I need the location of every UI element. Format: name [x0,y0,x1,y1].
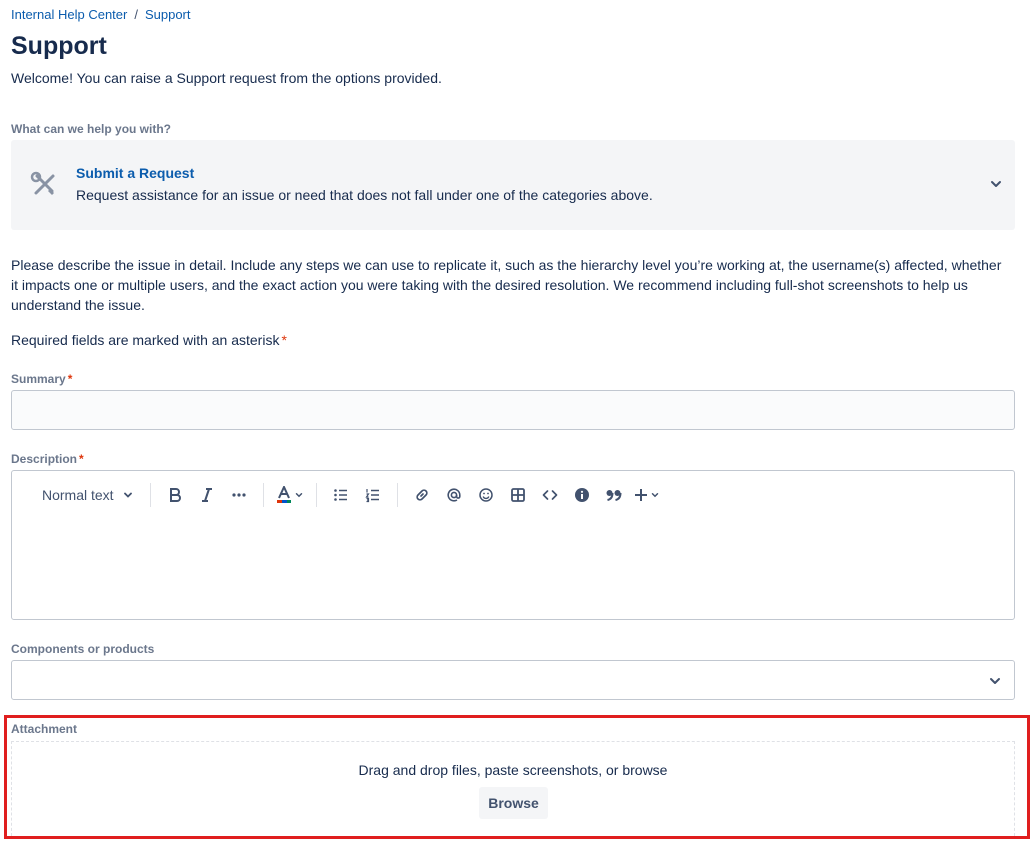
summary-label: Summary * [11,372,72,386]
required-note-text: Required fields are marked with an aster… [11,332,280,348]
code-icon [542,490,557,500]
italic-button[interactable] [195,483,219,507]
attachment-dropzone[interactable]: Drag and drop files, paste screenshots, … [11,741,1015,836]
chevron-down-icon [123,492,132,498]
bold-icon [169,488,181,502]
code-button[interactable] [538,483,562,507]
text-style-dropdown[interactable]: Normal text [38,483,138,507]
components-select[interactable] [11,660,1015,700]
bullet-list-button[interactable] [329,483,353,507]
numbered-list-button[interactable] [361,483,385,507]
welcome-text: Welcome! You can raise a Support request… [11,70,442,86]
description-editor-area[interactable] [12,519,1014,619]
bullet-list-icon [333,489,347,501]
summary-label-text: Summary [11,372,66,386]
attachment-label: Attachment [11,722,78,736]
toolbar-divider [315,483,317,507]
request-type-title: Submit a Request [76,165,195,181]
chevron-down-icon [651,493,658,498]
toolbar-divider [149,483,151,507]
text-color-button[interactable] [276,483,304,507]
mention-icon [447,488,461,502]
link-icon [415,489,428,501]
page-title: Support [11,32,107,60]
description-label-text: Description [11,452,78,466]
text-style-label: Normal text [42,487,114,503]
chevron-down-icon [295,493,302,498]
insert-menu-button[interactable] [634,483,660,507]
request-type-select[interactable]: Submit a Request Request assistance for … [11,140,1015,230]
editor-toolbar: Normal text [12,483,664,507]
toolbar-divider [262,483,264,507]
numbered-list-icon [364,489,379,503]
chevron-down-icon [991,181,1001,187]
breadcrumb-link-help-center[interactable]: Internal Help Center [11,7,127,22]
more-formatting-button[interactable] [227,483,251,507]
summary-required-asterisk: * [67,372,73,386]
instructions-text: Please describe the issue in detail. Inc… [11,257,1002,313]
info-panel-button[interactable] [570,483,594,507]
table-button[interactable] [506,483,530,507]
dropzone-text: Drag and drop files, paste screenshots, … [358,762,668,778]
request-type-label: What can we help you with? [11,122,172,136]
summary-input[interactable] [11,390,1015,430]
breadcrumb: Internal Help Center / Support [11,7,191,22]
description-label: Description * [11,452,84,466]
chevron-down-icon [990,678,1000,684]
toolbar-divider [396,483,398,507]
browse-button[interactable]: Browse [479,787,548,819]
required-asterisk: * [281,332,287,348]
bold-button[interactable] [163,483,187,507]
italic-icon [201,488,212,502]
info-panel-icon [574,488,589,502]
emoji-button[interactable] [474,483,498,507]
quote-button[interactable] [602,483,626,507]
link-button[interactable] [410,483,434,507]
text-color-icon [276,486,291,503]
breadcrumb-separator: / [134,7,138,22]
request-type-description: Request assistance for an issue or need … [76,187,653,203]
breadcrumb-link-support[interactable]: Support [145,7,191,22]
quote-icon [606,490,622,501]
mention-button[interactable] [442,483,466,507]
description-required-asterisk: * [79,452,84,466]
description-editor: Normal text [11,470,1015,620]
insert-plus-icon [634,489,647,501]
required-note: Required fields are marked with an aster… [11,332,287,348]
more-formatting-icon [231,493,246,497]
emoji-icon [478,488,493,502]
table-icon [510,488,525,502]
tools-icon [30,171,55,195]
components-label: Components or products [11,642,155,656]
